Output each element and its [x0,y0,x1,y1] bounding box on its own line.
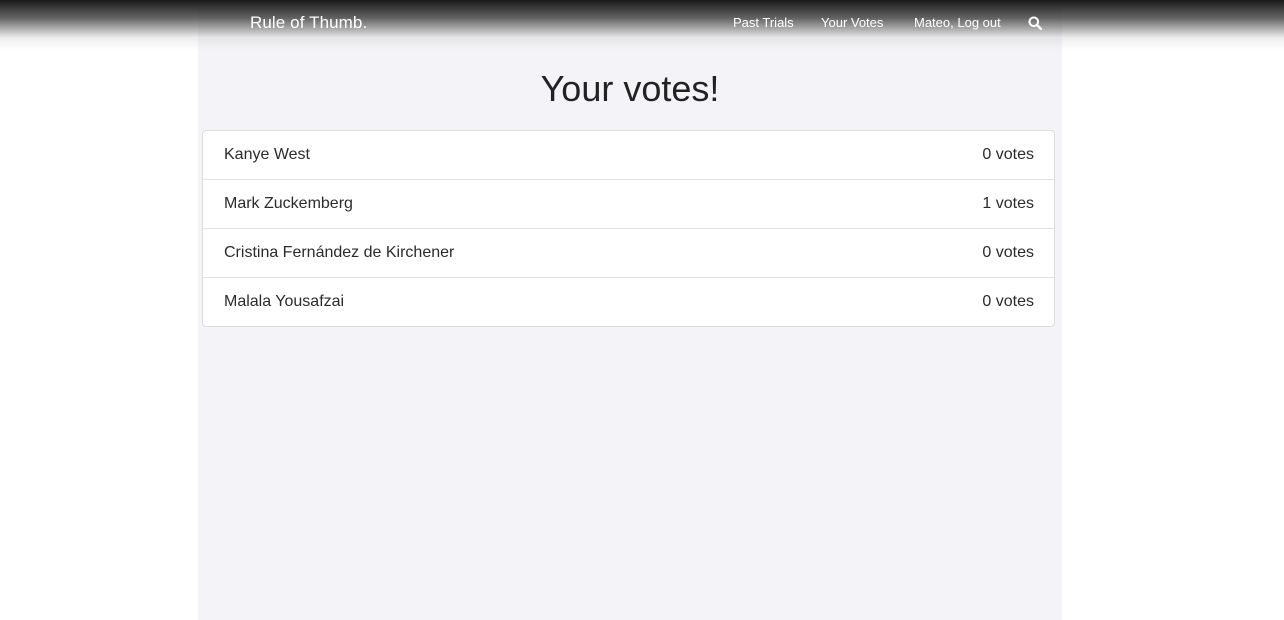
nav-your-votes[interactable]: Your Votes [821,15,883,30]
vote-count: 0 votes [982,293,1034,310]
vote-count: 0 votes [982,244,1034,261]
top-navbar: Rule of Thumb. Past Trials Your Votes Ma… [0,0,1284,50]
page-title: Your votes! [540,68,720,109]
nav-links: Past Trials Your Votes Mateo, Log out [0,15,1284,35]
nav-logout[interactable]: Mateo, Log out [914,15,1001,30]
list-item[interactable]: Mark Zuckemberg 1 votes [203,180,1054,229]
candidate-name: Kanye West [224,146,310,163]
list-item[interactable]: Cristina Fernández de Kirchener 0 votes [203,229,1054,278]
candidate-name: Mark Zuckemberg [224,195,353,212]
vote-count: 0 votes [982,146,1034,163]
candidate-name: Cristina Fernández de Kirchener [224,244,455,261]
vote-count: 1 votes [982,195,1034,212]
list-item[interactable]: Malala Yousafzai 0 votes [203,278,1054,326]
list-item[interactable]: Kanye West 0 votes [203,131,1054,180]
candidate-name: Malala Yousafzai [224,293,345,310]
search-icon[interactable] [1028,16,1042,30]
votes-list: Kanye West 0 votes Mark Zuckemberg 1 vot… [202,130,1055,327]
nav-past-trials[interactable]: Past Trials [733,15,794,30]
